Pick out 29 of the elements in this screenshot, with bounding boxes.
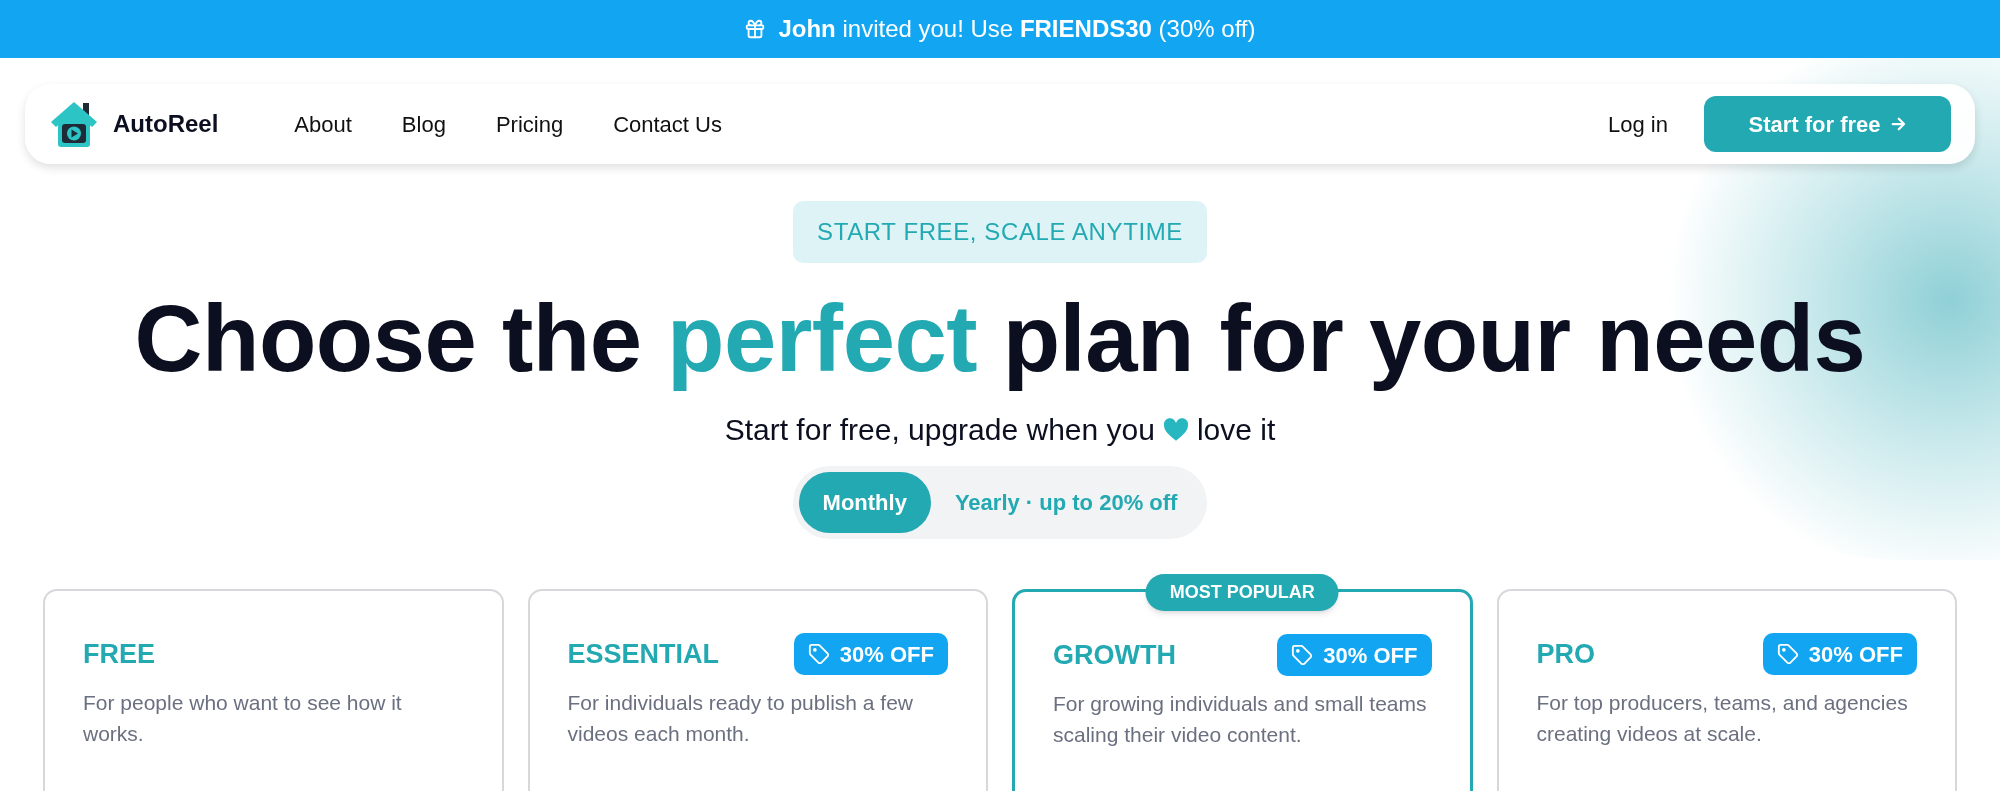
popular-ribbon: MOST POPULAR [1145,574,1339,612]
plan-description: For people who want to see how it works. [83,690,403,748]
tag-icon [1776,643,1799,666]
discount-badge: 30% OFF [1277,634,1432,677]
tag-icon [807,643,830,666]
logo-icon [49,100,99,148]
plan-name: GROWTH [1053,638,1176,672]
plan-name: PRO [1536,637,1595,671]
subtitle-text: love it [1196,412,1276,449]
eyebrow-badge: START FREE, SCALE ANYTIME [793,201,1207,263]
plan-description: For growing individuals and small teams scaling their video content. [1053,691,1428,749]
plan-name: FREE [83,637,155,671]
page-heading: Choose the perfect plan for your needs [134,285,1866,393]
plan-description: For individuals ready to publish a few videos each month. [567,690,914,748]
nav-link[interactable]: About [294,107,352,141]
promo-text: John invited you! Use FRIENDS30 (30% off) [778,14,1256,44]
plan-description: For top producers, teams, and agencies creating videos at scale. [1536,690,1909,748]
login-link[interactable]: Log in [1608,107,1668,141]
tag-icon [1291,644,1314,667]
discount-badge: 30% OFF [793,633,948,676]
plan-name: ESSENTIAL [567,637,720,671]
brand-name: AutoReel [113,109,219,139]
subtitle-text: Start for free, upgrade when you [724,412,1155,449]
nav-link[interactable]: Contact Us [613,107,722,141]
discount-badge: 30% OFF [1762,633,1917,676]
nav-link[interactable]: Blog [401,107,446,141]
gift-icon [744,18,767,40]
nav-link[interactable]: Pricing [495,107,564,141]
heart-icon [1162,417,1189,442]
